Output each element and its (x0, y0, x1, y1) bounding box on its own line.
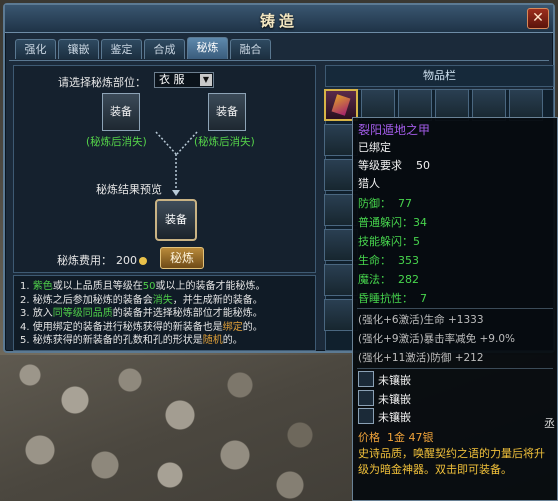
tab-strengthen[interactable]: 强化 (15, 39, 56, 59)
background-text-fragment: 丞 (544, 417, 555, 430)
rules-box: 1. 紫色或以上品质且等级在50或以上的装备才能秘炼。 2. 秘炼之后参加秘炼的… (13, 275, 316, 351)
inventory-header: 物品栏 (325, 65, 554, 87)
socket-icon (358, 390, 374, 406)
rule-line: 4. 使用绑定的装备进行秘炼获得的新装备也是绑定的。 (20, 321, 263, 333)
close-icon[interactable]: ✕ (527, 8, 549, 29)
result-slot[interactable]: 装备 (155, 199, 197, 241)
divider (357, 308, 553, 309)
tab-fuse[interactable]: 融合 (230, 39, 271, 59)
merge-arrows (155, 131, 198, 196)
price: 价格 1金 47银 (358, 431, 434, 444)
bound-status: 已绑定 (358, 141, 391, 154)
rule-line: 3. 放入同等级同品质的装备并选择秘炼部位才能秘炼。 (20, 308, 263, 319)
bonus-row: (强化+11激活)防御 +212 (358, 352, 484, 364)
preview-label: 秘炼结果预览 (96, 183, 162, 196)
level-requirement: 等级要求 50 (358, 159, 430, 172)
socket-icon (358, 408, 374, 424)
stat-row: 防御： 77 (358, 197, 412, 210)
divider (357, 368, 553, 369)
stat-row: 技能躲闪：5 (358, 235, 420, 248)
item-description: 史诗品质，唤醒契约之语的力量后将升级为暗金神器。双击即可装备。 (358, 447, 545, 476)
tab-bar: 强化 镶嵌 鉴定 合成 秘炼 融合 (15, 37, 271, 61)
window-title: 铸造 (259, 12, 298, 30)
rule-line: 2. 秘炼之后参加秘炼的装备会消失，并生成新的装备。 (20, 294, 263, 306)
tab-inlay[interactable]: 镶嵌 (58, 39, 99, 59)
bonus-row: (强化+9激活)暴击率减免 +9.0% (358, 333, 515, 345)
bonus-row: (强化+6激活)生命 +1333 (358, 314, 484, 326)
refine-area: 请选择秘炼部位： 衣 服 ▼ 装备 装备 (秘炼后消失) (秘炼后消失) 秘炼结… (13, 65, 316, 273)
fee-display: 秘炼费用： 200 (57, 252, 147, 268)
rule-line: 5. 秘炼获得的新装备的孔数和孔的形状是随机的。 (20, 335, 243, 346)
rule-line: 1. 紫色或以上品质且等级在50或以上的装备才能秘炼。 (20, 281, 266, 292)
socket-label: 未镶嵌 (378, 411, 411, 424)
stat-row: 魔法： 282 (358, 273, 419, 286)
fee-value: 200 (116, 254, 137, 267)
stat-row: 昏睡抗性： 7 (358, 292, 427, 305)
item-tooltip: 裂阳遁地之甲 已绑定 等级要求 50 猎人 防御： 77 普通躲闪：34 技能躲… (352, 117, 558, 501)
tab-compose[interactable]: 合成 (144, 39, 185, 59)
socket-label: 未镶嵌 (378, 374, 411, 387)
socket-label: 未镶嵌 (378, 393, 411, 406)
tab-identify[interactable]: 鉴定 (101, 39, 142, 59)
title-bar[interactable]: 铸造 ✕ (5, 5, 553, 33)
coin-icon (139, 257, 147, 265)
stat-row: 普通躲闪：34 (358, 216, 427, 229)
tab-refine[interactable]: 秘炼 (187, 37, 228, 59)
stat-row: 生命： 353 (358, 254, 419, 267)
refine-button[interactable]: 秘炼 (160, 247, 204, 269)
socket-icon (358, 371, 374, 387)
tab-divider (9, 60, 549, 61)
fee-label: 秘炼费用： (57, 254, 112, 267)
item-name: 裂阳遁地之甲 (358, 123, 431, 137)
class-requirement: 猎人 (358, 177, 380, 190)
